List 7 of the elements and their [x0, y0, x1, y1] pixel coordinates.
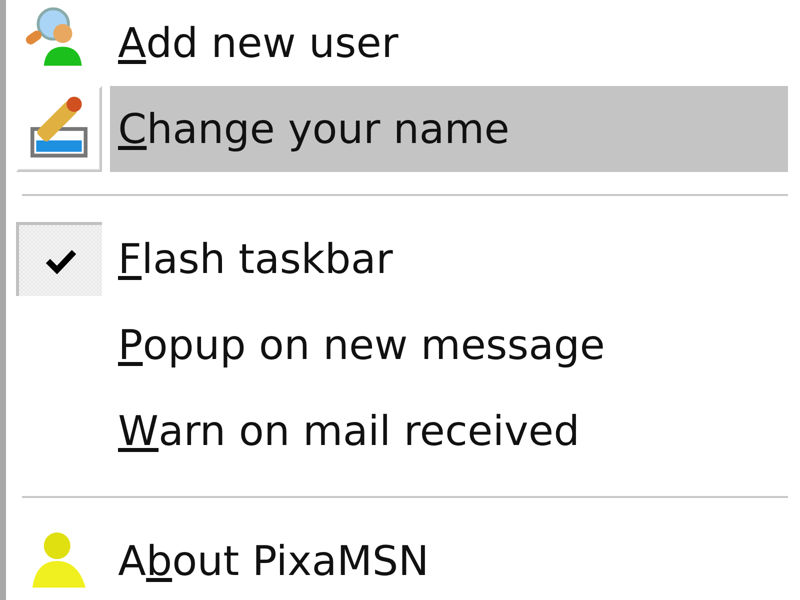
menu-item[interactable]: Add new user: [110, 0, 788, 86]
menu-item[interactable]: Flash taskbar: [110, 216, 788, 302]
menu-item[interactable]: About PixaMSN: [110, 518, 788, 600]
menu-item[interactable]: Change your name: [110, 86, 788, 172]
checkmark-icon: [46, 248, 76, 274]
menu-item[interactable]: Warn on mail received: [110, 388, 788, 474]
menu-item[interactable]: Popup on new message: [110, 302, 788, 388]
